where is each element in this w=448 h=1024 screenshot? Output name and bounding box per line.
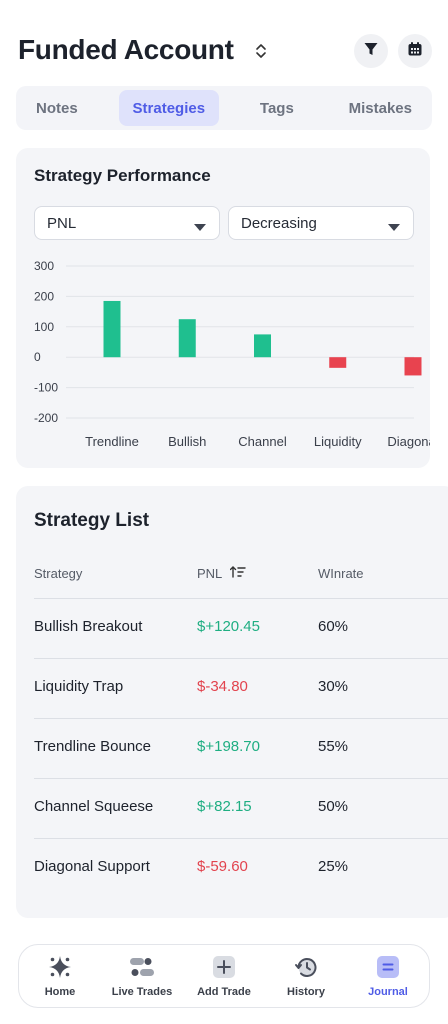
strategy-name: Channel Squeese: [34, 798, 154, 815]
plus-icon: [211, 954, 237, 980]
strategy-winrate: 30%: [318, 678, 349, 695]
bar: [404, 357, 422, 376]
nav-label: Live Trades: [111, 986, 173, 998]
column-header-strategy[interactable]: Strategy: [34, 566, 82, 581]
metric-select-value: PNL: [47, 214, 77, 232]
account-switch-icon[interactable]: [254, 42, 268, 60]
x-tick-label: Trendline: [85, 434, 139, 449]
tab-mistakes[interactable]: Mistakes: [335, 90, 426, 126]
filter-icon: [363, 41, 379, 62]
y-tick-label: -200: [34, 411, 58, 425]
strategy-winrate: 25%: [318, 858, 349, 875]
strategy-list-title: Strategy List: [34, 510, 150, 531]
metric-select[interactable]: PNL: [34, 206, 220, 240]
nav-history[interactable]: History: [265, 954, 347, 998]
journal-icon: [375, 954, 401, 980]
nav-home[interactable]: Home: [19, 954, 101, 998]
table-row[interactable]: Diagonal Support $-59.60 25%: [16, 838, 448, 898]
strategy-name: Liquidity Trap: [34, 678, 124, 695]
header: Funded Account: [18, 30, 432, 74]
tab-notes[interactable]: Notes: [22, 90, 92, 126]
chevron-down-icon: [193, 219, 207, 236]
history-icon: [293, 954, 319, 980]
filter-button[interactable]: [354, 34, 388, 68]
nav-label: Home: [44, 986, 76, 998]
table-row[interactable]: Bullish Breakout $+120.45 60%: [16, 598, 448, 658]
y-tick-label: -100: [34, 381, 58, 395]
nav-journal[interactable]: Journal: [347, 954, 429, 998]
x-tick-label: Bullish: [168, 434, 206, 449]
table-row[interactable]: Channel Squeese $+82.15 50%: [16, 778, 448, 838]
order-select[interactable]: Decreasing: [228, 206, 414, 240]
bar: [254, 334, 271, 358]
live-trades-icon: [129, 954, 155, 980]
strategy-winrate: 50%: [318, 798, 349, 815]
strategy-performance-card: Strategy Performance PNL Decreasing 300 2…: [16, 148, 430, 468]
x-tick-label: Channel: [238, 434, 287, 449]
bar: [103, 300, 121, 358]
strategy-pnl: $-34.80: [197, 678, 248, 695]
sort-icon: [230, 566, 246, 581]
strategy-winrate: 55%: [318, 738, 349, 755]
bottom-navigation: Home Live Trades Add Trade History Journ…: [18, 944, 430, 1008]
x-tick-label: Liquidity: [314, 434, 362, 449]
nav-label: Journal: [368, 986, 408, 998]
y-tick-label: 0: [34, 350, 41, 364]
strategy-performance-chart: 300 200 100 0 -100 -200 Trendline Bullish Channe…: [34, 259, 430, 449]
y-tick-label: 200: [34, 289, 54, 303]
order-select-value: Decreasing: [241, 214, 317, 232]
page-title: Funded Account: [18, 34, 234, 65]
x-tick-label: Diagonal: [387, 434, 430, 449]
performance-title: Strategy Performance: [34, 166, 211, 185]
strategy-name: Trendline Bounce: [34, 738, 152, 755]
strategy-pnl: $+198.70: [197, 738, 260, 755]
tab-strategies[interactable]: Strategies: [118, 90, 220, 126]
calendar-icon: [407, 41, 423, 62]
section-tabs: Notes Strategies Tags Mistakes: [16, 86, 432, 130]
strategy-pnl: $+82.15: [197, 798, 252, 815]
strategy-pnl: $-59.60: [197, 858, 248, 875]
y-tick-label: 100: [34, 320, 54, 334]
chevron-down-icon: [387, 219, 401, 236]
column-header-pnl-label: PNL: [197, 566, 223, 581]
nav-label: History: [287, 986, 325, 998]
nav-live-trades[interactable]: Live Trades: [101, 954, 183, 998]
tab-tags[interactable]: Tags: [246, 90, 308, 126]
bar: [329, 357, 347, 368]
strategy-name: Diagonal Support: [34, 858, 150, 875]
strategy-pnl: $+120.45: [197, 618, 260, 635]
strategy-list-card: Strategy List Strategy PNL WInrate Bulli…: [16, 486, 448, 918]
bar: [178, 319, 196, 358]
nav-label: Add Trade: [197, 986, 251, 998]
sparkle-icon: [47, 954, 73, 980]
calendar-button[interactable]: [398, 34, 432, 68]
column-header-pnl[interactable]: PNL: [197, 566, 246, 581]
column-header-winrate[interactable]: WInrate: [318, 566, 364, 581]
table-row[interactable]: Liquidity Trap $-34.80 30%: [16, 658, 448, 718]
table-row[interactable]: Trendline Bounce $+198.70 55%: [16, 718, 448, 778]
strategy-winrate: 60%: [318, 618, 349, 635]
y-tick-label: 300: [34, 259, 54, 273]
strategy-name: Bullish Breakout: [34, 618, 143, 635]
nav-add-trade[interactable]: Add Trade: [183, 954, 265, 998]
